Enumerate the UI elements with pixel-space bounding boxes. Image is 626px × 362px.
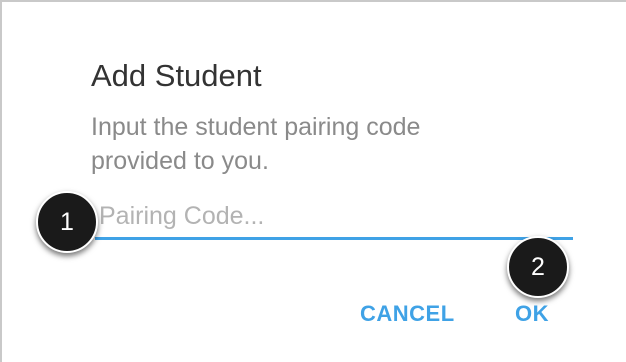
callout-badge-2: 2 bbox=[507, 236, 569, 298]
dialog-message: Input the student pairing code provided … bbox=[91, 113, 421, 175]
pairing-code-input[interactable] bbox=[95, 195, 573, 240]
dialog-title: Add Student bbox=[91, 58, 262, 93]
add-student-dialog: Add Student Input the student pairing co… bbox=[0, 0, 626, 362]
ok-button[interactable]: OK bbox=[515, 299, 549, 329]
cancel-button[interactable]: CANCEL bbox=[360, 299, 455, 329]
callout-badge-1: 1 bbox=[36, 191, 98, 253]
